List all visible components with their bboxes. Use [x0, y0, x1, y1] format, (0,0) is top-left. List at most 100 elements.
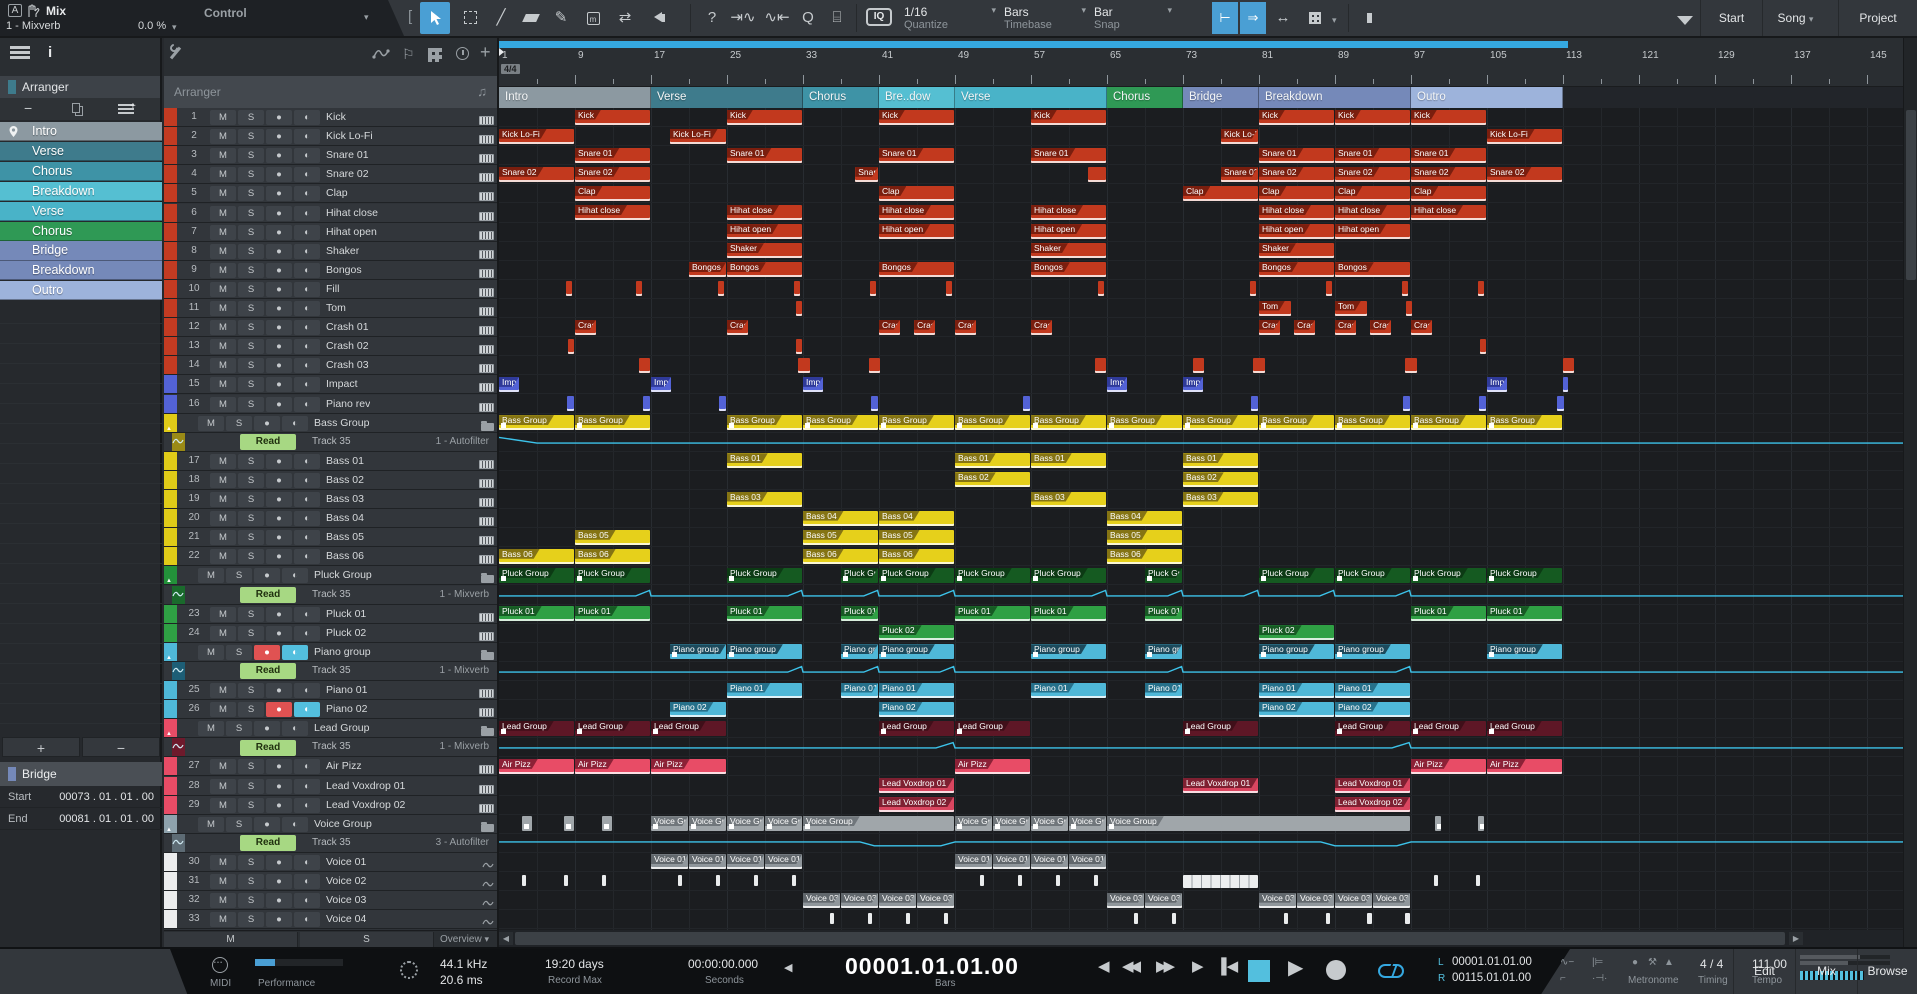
clip[interactable]: [906, 913, 911, 924]
clip[interactable]: Voice 01: [1031, 854, 1068, 869]
clip[interactable]: Bass Group: [1335, 415, 1410, 430]
download-exchange-button[interactable]: [1668, 2, 1702, 34]
clip[interactable]: Pluck 01: [1411, 606, 1486, 621]
performance-label[interactable]: Performance: [258, 978, 315, 989]
clip[interactable]: Bass 01: [1031, 453, 1106, 468]
clip[interactable]: Bass Group: [955, 415, 1030, 430]
clip[interactable]: Bass Group: [1411, 415, 1486, 430]
clip[interactable]: Bass 05: [879, 530, 954, 545]
timing-value[interactable]: 4 / 4: [1700, 957, 1723, 971]
record-arm-button[interactable]: ●: [266, 167, 292, 182]
overview-dropdown[interactable]: Overview ▾: [440, 932, 489, 947]
arranger-section-item[interactable]: Chorus: [0, 162, 162, 181]
clip[interactable]: Pluck 01: [955, 606, 1030, 621]
snap-dropdown[interactable]: Bar ▾ Snap: [1094, 3, 1172, 33]
track-color-strip[interactable]: ▲: [164, 815, 177, 833]
clip[interactable]: Hihat close: [1335, 205, 1410, 220]
track-color-strip[interactable]: [164, 242, 177, 260]
track-color-strip[interactable]: [164, 757, 177, 775]
record-arm-button[interactable]: ●: [266, 779, 292, 794]
stop-button[interactable]: [1248, 960, 1270, 982]
solo-button[interactable]: S: [238, 244, 264, 259]
clip[interactable]: Voice Group: [803, 816, 954, 831]
clip[interactable]: Piano 01: [1259, 683, 1334, 698]
record-arm-button[interactable]: ●: [266, 530, 292, 545]
track-name[interactable]: Kick Lo-Fi: [326, 127, 373, 145]
clip[interactable]: [522, 875, 527, 886]
automation-read-button[interactable]: Read: [240, 835, 296, 851]
clip[interactable]: Snare 02: [1221, 167, 1258, 182]
clip[interactable]: Voice 01: [651, 854, 688, 869]
start-value[interactable]: 00073 . 01 . 01 . 00: [59, 786, 154, 808]
clip[interactable]: Bass 02: [1183, 472, 1258, 487]
clip[interactable]: [602, 875, 607, 886]
track-color-strip[interactable]: [164, 318, 177, 336]
clip[interactable]: Hihat close: [1031, 205, 1106, 220]
loop-range-bar[interactable]: [499, 41, 1568, 48]
clip[interactable]: Bass 03: [1183, 492, 1258, 507]
clip[interactable]: Pluck Group: [1145, 568, 1182, 583]
clip[interactable]: Impact: [499, 377, 519, 392]
clip[interactable]: Snare 02: [855, 167, 878, 182]
clip[interactable]: Snare 02: [1335, 167, 1410, 182]
clip[interactable]: [716, 875, 721, 886]
monitor-button[interactable]: ◐: [294, 358, 320, 373]
monitor-button[interactable]: ◐: [294, 167, 320, 182]
solo-button[interactable]: S: [226, 645, 252, 660]
clip[interactable]: Lead Group: [955, 721, 1030, 736]
snap-caret-icon[interactable]: ▾: [1167, 5, 1172, 16]
track-name[interactable]: Clap: [326, 184, 348, 202]
snap-zero-crossing-button[interactable]: ↔: [1272, 2, 1294, 34]
track-color-strip[interactable]: [164, 127, 177, 145]
clip[interactable]: Pluck Group: [575, 568, 650, 583]
clip[interactable]: Bass Group: [1259, 415, 1334, 430]
mute-button[interactable]: M: [210, 874, 236, 889]
record-arm-button[interactable]: ●: [254, 645, 280, 660]
grid-view-icon[interactable]: [428, 48, 442, 62]
clip[interactable]: Kick: [727, 110, 802, 125]
clip[interactable]: Bass 01: [955, 453, 1030, 468]
previous-marker-button[interactable]: ◀: [1098, 957, 1110, 975]
track-name[interactable]: Voice 01: [326, 853, 366, 871]
clip[interactable]: Crash 01: [1031, 320, 1052, 335]
clip[interactable]: Bongos: [1259, 262, 1334, 277]
automation-curve[interactable]: [499, 662, 1903, 681]
mute-button[interactable]: M: [210, 244, 236, 259]
clip[interactable]: Lead Voxdrop 01: [879, 778, 954, 793]
quantize-dropdown[interactable]: 1/16 ▾ Quantize: [904, 3, 996, 33]
autoscroll-icon[interactable]: ∿−: [1560, 957, 1574, 968]
clip[interactable]: Hihat open: [727, 224, 802, 239]
clip[interactable]: Hihat close: [575, 205, 650, 220]
solo-button[interactable]: S: [238, 186, 264, 201]
monitor-button[interactable]: ◐: [294, 893, 320, 908]
clip[interactable]: Air Pizz: [651, 759, 726, 774]
mute-button[interactable]: M: [210, 339, 236, 354]
clip[interactable]: Voice 03: [1335, 893, 1372, 908]
mix-percent[interactable]: 0.0 %: [138, 20, 166, 32]
track-color-strip[interactable]: [164, 356, 177, 374]
clip[interactable]: Pluck 01: [575, 606, 650, 621]
track-color-strip[interactable]: ▲: [164, 414, 177, 432]
clip[interactable]: Pluck Group: [727, 568, 802, 583]
clip[interactable]: Air Pizz: [955, 759, 1030, 774]
clip[interactable]: [719, 396, 726, 411]
horizontal-scrollbar[interactable]: ◀ ▶: [499, 930, 1903, 947]
loop-start-value[interactable]: 00001.01.01.00: [1452, 956, 1532, 968]
track-name[interactable]: Voice Group: [314, 815, 372, 833]
clip[interactable]: [1326, 913, 1331, 924]
clip[interactable]: [1098, 281, 1105, 296]
clip[interactable]: Bongos: [1031, 262, 1106, 277]
clip[interactable]: [564, 816, 574, 831]
clip[interactable]: Voice Group: [1069, 816, 1106, 831]
record-arm-button[interactable]: ●: [254, 416, 280, 431]
folder-expand-icon[interactable]: ▲: [166, 578, 172, 584]
clip[interactable]: Bass 05: [575, 530, 650, 545]
solo-button[interactable]: S: [226, 416, 252, 431]
clip[interactable]: Air Pizz: [1411, 759, 1486, 774]
arranger-section-block[interactable]: Verse: [651, 87, 803, 108]
clip[interactable]: Clap: [1411, 186, 1486, 201]
clip[interactable]: Kick: [1335, 110, 1410, 125]
clip[interactable]: [792, 875, 797, 886]
clip[interactable]: Snare 01: [1031, 148, 1106, 163]
clip[interactable]: [718, 281, 725, 296]
